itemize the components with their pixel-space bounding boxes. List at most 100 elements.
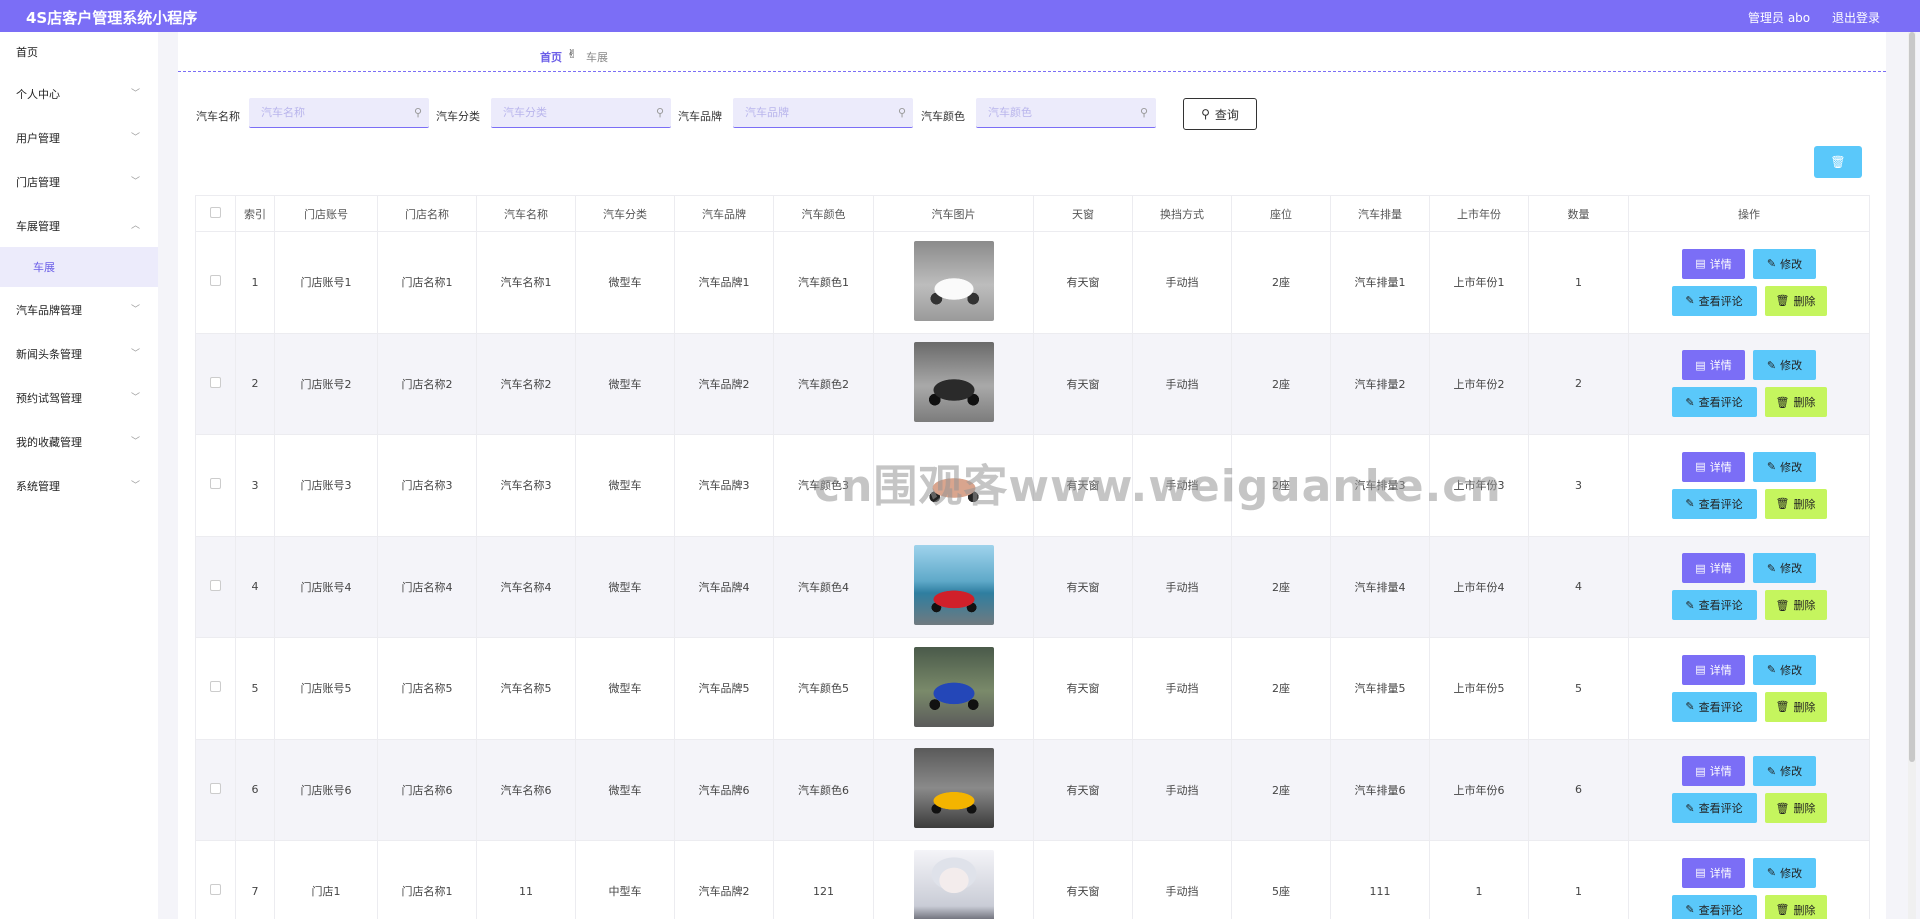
view-comments-button-label: 查看评论 (1698, 396, 1743, 410)
detail-button[interactable]: ▤ 详情 (1682, 350, 1745, 381)
car-image[interactable] (913, 545, 994, 626)
chevron-down-icon: ﹀ (130, 393, 140, 403)
sidebar-item[interactable]: 个人中心 ﹀ (0, 74, 158, 114)
delete-button-label: 删除 (1793, 599, 1816, 613)
car-category-input[interactable] (491, 98, 671, 128)
breadcrumb-home[interactable]: 首页 (540, 49, 562, 65)
car-color-input[interactable] (976, 98, 1156, 128)
view-comments-button[interactable]: ✎ 查看评论 (1671, 590, 1757, 621)
detail-button[interactable]: ▤ 详情 (1682, 553, 1745, 584)
row-checkbox[interactable] (210, 884, 221, 896)
delete-button[interactable]: 🗑 删除 (1764, 285, 1827, 316)
sidebar-item[interactable]: 汽车品牌管理 ﹀ (0, 290, 158, 330)
table-cell: 5 (235, 637, 275, 740)
edit-button[interactable]: ✎ 修改 (1753, 654, 1816, 685)
view-comments-button[interactable]: ✎ 查看评论 (1671, 691, 1757, 722)
detail-button-label: 详情 (1709, 866, 1732, 880)
bulk-delete-button[interactable]: 🗑 (1814, 146, 1862, 178)
table-cell: 微型车 (575, 535, 675, 638)
delete-button[interactable]: 🗑 删除 (1764, 590, 1827, 621)
delete-button[interactable]: 🗑 删除 (1764, 691, 1827, 722)
detail-button[interactable]: ▤ 详情 (1682, 654, 1745, 685)
sidebar-item[interactable]: 用户管理 ﹀ (0, 118, 158, 158)
search-icon: ⚲ (1201, 107, 1210, 121)
sidebar-item[interactable]: 系统管理 ﹀ (0, 466, 158, 506)
car-image[interactable] (913, 646, 994, 727)
edit-button[interactable]: ✎ 修改 (1753, 350, 1816, 381)
car-name-input[interactable] (249, 98, 429, 128)
car-image[interactable] (913, 849, 994, 919)
table-row: 6 门店账号6 门店名称6 汽车名称6 微型车 汽车品牌6 汽车颜色6 有天窗 手动挡 2座 汽车排… (195, 738, 1870, 841)
car-image-cell (873, 231, 1034, 334)
row-checkbox[interactable] (210, 782, 221, 794)
table-cell: 汽车名称1 (476, 231, 576, 334)
view-comments-button[interactable]: ✎ 查看评论 (1671, 488, 1757, 519)
row-checkbox[interactable] (210, 579, 221, 591)
scrollbar-thumb[interactable] (1909, 32, 1915, 762)
sidebar-item[interactable]: 首页 (0, 32, 158, 72)
table-cell: 汽车排量4 (1330, 535, 1430, 638)
table-row: 1 门店账号1 门店名称1 汽车名称1 微型车 汽车品牌1 汽车颜色1 有天窗 手动挡 2座 汽车排… (195, 231, 1870, 334)
detail-button[interactable]: ▤ 详情 (1682, 248, 1745, 279)
sidebar-item-label: 汽车品牌管理 (16, 304, 82, 317)
sidebar-item[interactable]: 预约试驾管理 ﹀ (0, 378, 158, 418)
view-comments-button[interactable]: ✎ 查看评论 (1671, 894, 1757, 919)
document-icon: ▤ (1695, 460, 1706, 474)
row-select-cell (195, 535, 236, 638)
edit-button[interactable]: ✎ 修改 (1753, 451, 1816, 482)
breadcrumb-separator-icon: ✌ (567, 47, 578, 61)
view-comments-button[interactable]: ✎ 查看评论 (1671, 387, 1757, 418)
column-header: 汽车名称 (476, 195, 576, 232)
column-header: 操作 (1628, 195, 1870, 232)
row-checkbox[interactable] (210, 681, 221, 693)
delete-button[interactable]: 🗑 删除 (1764, 894, 1827, 919)
car-brand-input[interactable] (733, 98, 913, 128)
select-all-header[interactable] (195, 195, 236, 232)
delete-button[interactable]: 🗑 删除 (1764, 488, 1827, 519)
column-header: 上市年份 (1429, 195, 1529, 232)
edit-button[interactable]: ✎ 修改 (1753, 857, 1816, 888)
detail-button[interactable]: ▤ 详情 (1682, 451, 1745, 482)
delete-button[interactable]: 🗑 删除 (1764, 793, 1827, 824)
select-all-checkbox[interactable] (210, 206, 221, 218)
table-cell: 中型车 (575, 840, 675, 919)
query-button[interactable]: ⚲ 查询 (1183, 98, 1257, 130)
page-scrollbar[interactable] (1908, 32, 1916, 919)
table-cell: 汽车排量1 (1330, 231, 1430, 334)
table-cell: 有天窗 (1033, 231, 1133, 334)
view-comments-button[interactable]: ✎ 查看评论 (1671, 793, 1757, 824)
pencil-icon: ✎ (1685, 700, 1695, 714)
car-image[interactable] (913, 342, 994, 423)
car-brand-label: 汽车品牌 (678, 110, 722, 123)
sidebar-item[interactable]: 我的收藏管理 ﹀ (0, 422, 158, 462)
edit-button-label: 修改 (1780, 460, 1803, 474)
row-checkbox[interactable] (210, 376, 221, 388)
search-icon: ⚲ (414, 106, 423, 119)
car-image[interactable] (913, 240, 994, 321)
row-checkbox[interactable] (210, 478, 221, 490)
trash-icon: 🗑 (1775, 497, 1790, 511)
detail-button[interactable]: ▤ 详情 (1682, 756, 1745, 787)
app-title: 4S店客户管理系统小程序 (26, 9, 198, 27)
edit-button[interactable]: ✎ 修改 (1753, 553, 1816, 584)
table-cell: 汽车颜色6 (773, 738, 874, 841)
row-checkbox[interactable] (210, 275, 221, 287)
view-comments-button[interactable]: ✎ 查看评论 (1671, 285, 1757, 316)
table-cell: 2座 (1231, 332, 1331, 435)
table-cell: 汽车颜色5 (773, 637, 874, 740)
sidebar-item[interactable]: 车展管理 ︿ (0, 206, 158, 246)
detail-button[interactable]: ▤ 详情 (1682, 857, 1745, 888)
car-image[interactable] (913, 748, 994, 829)
table-cell: 汽车名称5 (476, 637, 576, 740)
edit-button[interactable]: ✎ 修改 (1753, 248, 1816, 279)
detail-button-label: 详情 (1709, 460, 1732, 474)
table-cell: 门店账号4 (274, 535, 378, 638)
sidebar-item[interactable]: 新闻头条管理 ﹀ (0, 334, 158, 374)
sidebar-item[interactable]: 门店管理 ﹀ (0, 162, 158, 202)
pencil-icon: ✎ (1766, 866, 1777, 880)
row-select-cell (195, 840, 236, 919)
edit-button[interactable]: ✎ 修改 (1753, 756, 1816, 787)
sidebar-item[interactable]: 车展 (0, 247, 158, 287)
delete-button[interactable]: 🗑 删除 (1764, 387, 1827, 418)
logout-link[interactable]: 退出登录 (1832, 9, 1880, 26)
